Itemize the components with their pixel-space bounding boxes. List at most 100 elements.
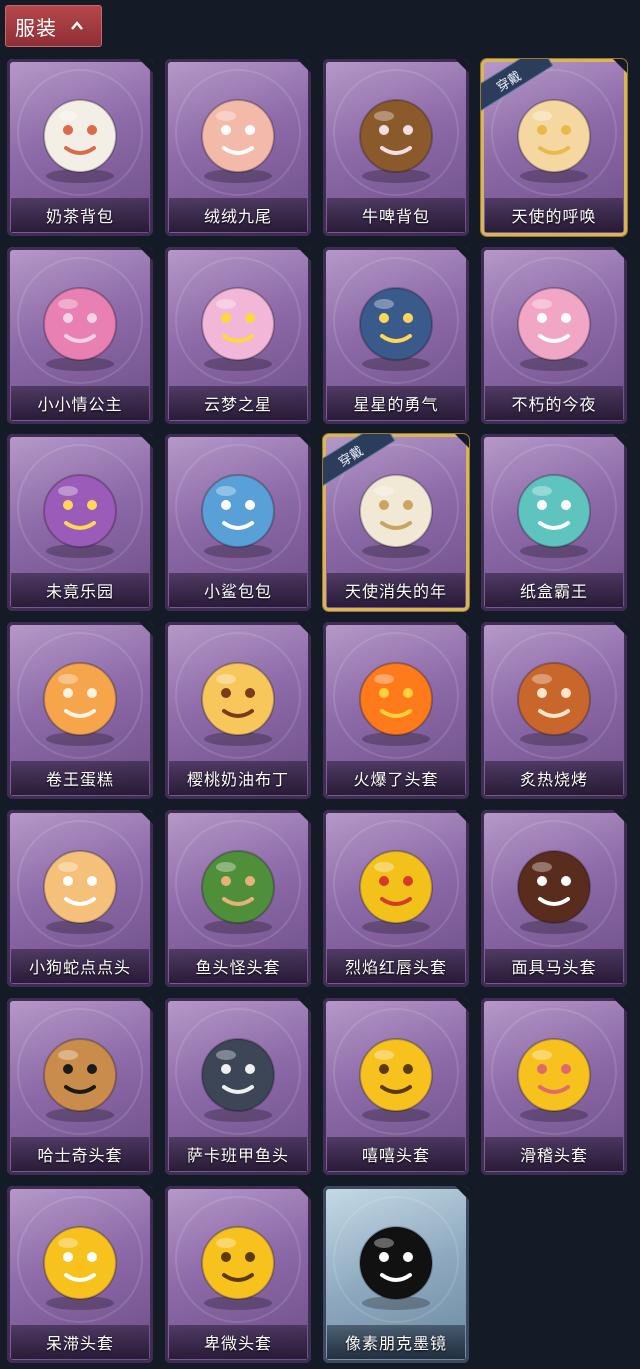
item-label-bar: 樱桃奶油布丁 (169, 761, 307, 795)
item-label-bar: 滑稽头套 (485, 1137, 623, 1171)
item-label-bar: 纸盒霸王 (485, 573, 623, 607)
item-card[interactable]: 烈焰红唇头套 (323, 810, 469, 987)
item-label-bar: 云梦之星 (169, 386, 307, 420)
item-label-bar: 卷王蛋糕 (11, 761, 149, 795)
card-corner (297, 247, 311, 261)
item-card[interactable]: 萨卡班甲鱼头 (165, 998, 311, 1175)
item-name: 牛啤背包 (361, 207, 430, 226)
pikachu-mask-icon (341, 832, 451, 942)
card-corner (297, 1186, 311, 1200)
item-card[interactable]: 樱桃奶油布丁 (165, 622, 311, 799)
item-card[interactable]: 面具马头套 (481, 810, 627, 987)
chevron-up-icon (71, 21, 83, 30)
item-name: 星星的勇气 (353, 395, 439, 414)
item-card[interactable]: 未竟乐园 (7, 434, 153, 611)
card-corner (613, 59, 627, 73)
item-name: 萨卡班甲鱼头 (186, 1146, 289, 1165)
item-card[interactable]: 绒绒九尾 (165, 59, 311, 236)
item-card[interactable]: 嘻嘻头套 (323, 998, 469, 1175)
item-card[interactable]: 小鲨包包 (165, 434, 311, 611)
item-name: 不朽的今夜 (511, 395, 597, 414)
card-corner (613, 434, 627, 448)
card-corner (139, 247, 153, 261)
card-corner (455, 810, 469, 824)
item-card[interactable]: 小狗蛇点点头 (7, 810, 153, 987)
cherry-pudding-icon (183, 644, 293, 754)
item-card[interactable]: 鱼头怪头套 (165, 810, 311, 987)
star-prince-icon (341, 269, 451, 379)
nine-tail-fox-icon (183, 81, 293, 191)
item-card[interactable]: 小小情公主 (7, 247, 153, 424)
item-name: 呆滞头套 (45, 1334, 114, 1353)
item-label-bar: 小鲨包包 (169, 573, 307, 607)
item-name: 滑稽头套 (519, 1146, 588, 1165)
item-label-bar: 小狗蛇点点头 (11, 949, 149, 983)
card-corner (455, 998, 469, 1012)
card-corner (139, 1186, 153, 1200)
item-name: 卷王蛋糕 (45, 770, 114, 789)
fire-head-icon (341, 644, 451, 754)
funny-emoji-icon (499, 1020, 609, 1130)
item-name: 纸盒霸王 (519, 582, 588, 601)
card-corner (139, 434, 153, 448)
item-name: 像素朋克墨镜 (344, 1334, 447, 1353)
card-corner (139, 59, 153, 73)
item-name: 鱼头怪头套 (195, 958, 281, 977)
item-label-bar: 天使的呼唤 (485, 198, 623, 232)
item-label-bar: 不朽的今夜 (485, 386, 623, 420)
item-label-bar: 未竟乐园 (11, 573, 149, 607)
item-card[interactable]: 云梦之星 (165, 247, 311, 424)
item-card[interactable]: 牛啤背包 (323, 59, 469, 236)
item-card[interactable]: 炙热烧烤 (481, 622, 627, 799)
item-label-bar: 面具马头套 (485, 949, 623, 983)
item-label-bar: 烈焰红唇头套 (327, 949, 465, 983)
item-card[interactable]: 奶茶背包 (7, 59, 153, 236)
section-title: 服装 (15, 15, 57, 40)
husky-mask-icon (25, 1020, 135, 1130)
item-label-bar: 星星的勇气 (327, 386, 465, 420)
shark-charm-icon (183, 456, 293, 566)
item-card[interactable]: 哈士奇头套 (7, 998, 153, 1175)
item-card[interactable]: 卷王蛋糕 (7, 622, 153, 799)
item-label-bar: 火爆了头套 (327, 761, 465, 795)
card-corner (455, 247, 469, 261)
item-name: 未竟乐园 (45, 582, 114, 601)
snake-dog-icon (25, 832, 135, 942)
item-name: 云梦之星 (203, 395, 272, 414)
box-dino-icon (499, 456, 609, 566)
item-card[interactable]: 像素朋克墨镜 (323, 1186, 469, 1363)
item-card[interactable]: 星星的勇气 (323, 247, 469, 424)
item-card[interactable]: 天使的呼唤 穿戴 (481, 59, 627, 236)
card-corner (455, 434, 469, 448)
sacabambaspis-icon (183, 1020, 293, 1130)
card-corner (613, 998, 627, 1012)
item-label-bar: 嘻嘻头套 (327, 1137, 465, 1171)
item-label-bar: 像素朋克墨镜 (327, 1325, 465, 1359)
item-name: 哈士奇头套 (37, 1146, 123, 1165)
item-card[interactable]: 滑稽头套 (481, 998, 627, 1175)
section-tab-clothing[interactable]: 服装 (5, 5, 102, 47)
hooded-angel-icon (341, 456, 451, 566)
grin-emoji-icon (341, 1020, 451, 1130)
item-label-bar: 萨卡班甲鱼头 (169, 1137, 307, 1171)
item-name: 嘻嘻头套 (361, 1146, 430, 1165)
item-label-bar: 炙热烧烤 (485, 761, 623, 795)
card-corner (613, 247, 627, 261)
item-card[interactable]: 纸盒霸王 (481, 434, 627, 611)
item-card[interactable]: 火爆了头套 (323, 622, 469, 799)
item-card[interactable]: 呆滞头套 (7, 1186, 153, 1363)
pink-princess-icon (25, 269, 135, 379)
pink-cat-bowl-icon (499, 269, 609, 379)
card-corner (297, 434, 311, 448)
item-label-bar: 哈士奇头套 (11, 1137, 149, 1171)
item-card[interactable]: 不朽的今夜 (481, 247, 627, 424)
card-corner (613, 622, 627, 636)
item-card[interactable]: 天使消失的年 穿戴 (323, 434, 469, 611)
item-name: 卑微头套 (203, 1334, 272, 1353)
item-name: 面具马头套 (511, 958, 597, 977)
card-corner (455, 1186, 469, 1200)
card-corner (139, 810, 153, 824)
item-card[interactable]: 卑微头套 (165, 1186, 311, 1363)
fish-mask-icon (183, 832, 293, 942)
unicorn-star-icon (183, 269, 293, 379)
